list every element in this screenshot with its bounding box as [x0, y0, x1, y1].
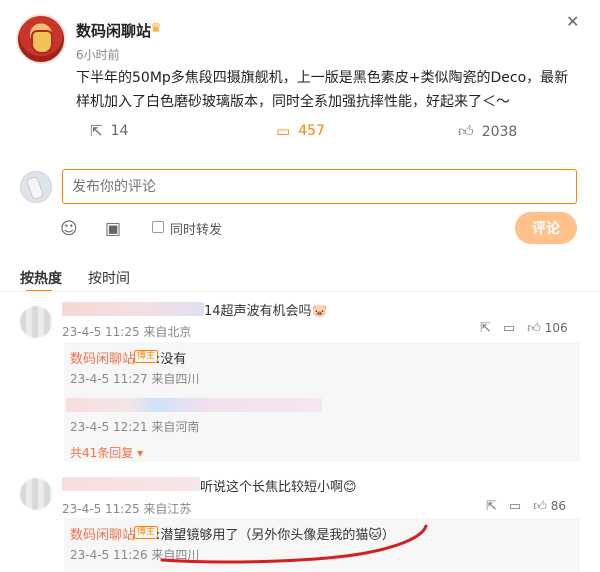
comment-actions: ⇱ ▭ 👍︎ 86 — [486, 499, 566, 514]
close-icon[interactable]: ✕ — [566, 12, 579, 31]
commenter-name[interactable] — [62, 302, 204, 316]
repost-label: 同时转发 — [170, 223, 223, 238]
comment-like-button[interactable]: 👍︎ 106 — [527, 321, 568, 336]
comment-button[interactable]: ▭ 457 — [276, 122, 325, 140]
more-replies-link[interactable]: 共41条回复 ▾ — [70, 444, 143, 461]
author-badge: 博主 — [134, 526, 159, 539]
repost-checkbox[interactable] — [152, 221, 164, 233]
comment-actions: ⇱ ▭ 👍︎ 106 — [480, 321, 568, 336]
reply-meta: 23-4-5 12:21 来自河南 — [70, 420, 200, 434]
poster-name[interactable]: 数码闲聊站 — [76, 20, 151, 41]
comment-like-count: 86 — [550, 499, 567, 513]
like-count: 2038 — [481, 123, 518, 140]
crown-icon: ♛ — [150, 21, 162, 36]
comment-icon[interactable]: ▭ — [503, 321, 515, 336]
divider — [0, 291, 600, 292]
commenter-avatar[interactable] — [20, 306, 52, 338]
comment-text: 14超声波有机会吗🐷 — [204, 304, 328, 319]
commenter-name[interactable] — [62, 477, 200, 491]
repost-icon: ⇱ — [90, 122, 103, 140]
repost-icon[interactable]: ⇱ — [486, 499, 497, 514]
repost-icon[interactable]: ⇱ — [480, 321, 491, 336]
repost-count: 14 — [110, 123, 129, 139]
current-user-avatar — [20, 171, 52, 203]
reply-author[interactable]: 数码闲聊站 — [70, 524, 135, 543]
reply-meta: 23-4-5 11:27 来自四川 — [70, 372, 200, 386]
comment-text: 听说这个长焦比较短小啊😊 — [200, 480, 357, 495]
thumbs-up-icon: 👍︎ — [533, 499, 547, 514]
comment-icon[interactable]: ▭ — [509, 499, 521, 514]
commenter-avatar[interactable] — [20, 478, 52, 510]
author-badge: 博主 — [134, 350, 159, 363]
tab-by-time[interactable]: 按时间 — [88, 268, 130, 288]
post-time: 6小时前 — [76, 48, 120, 62]
comment-like-button[interactable]: 👍︎ 86 — [533, 499, 566, 514]
reply-author[interactable]: 数码闲聊站 — [70, 348, 135, 367]
comment-meta: 23-4-5 11:25 来自北京 — [62, 325, 192, 339]
comment-count: 457 — [298, 123, 325, 139]
poster-avatar[interactable] — [16, 14, 66, 64]
post-body: 下半年的50Mp多焦段四摄旗舰机，上一版是黑色素皮+类似陶瓷的Deco，最新样机… — [76, 70, 569, 110]
thumbs-up-icon: 👍︎ — [458, 122, 474, 140]
thumbs-up-icon: 👍︎ — [527, 321, 541, 336]
repost-button[interactable]: ⇱ 14 — [90, 122, 128, 140]
like-button[interactable]: 👍︎ 2038 — [458, 122, 517, 141]
comment-like-count: 106 — [544, 321, 568, 335]
comment-meta: 23-4-5 11:25 来自江苏 — [62, 502, 192, 516]
image-icon[interactable]: ▣ — [105, 219, 121, 239]
red-underline-annotation — [160, 524, 428, 564]
submit-comment-button[interactable]: 评论 — [515, 212, 577, 244]
comment-icon: ▭ — [276, 122, 291, 140]
reply-blurred-text — [66, 398, 322, 412]
comment-input[interactable] — [62, 169, 577, 204]
emoji-icon[interactable]: ☺ — [60, 219, 78, 239]
tab-by-hot[interactable]: 按热度 — [20, 268, 62, 292]
reply-text: :没有 — [156, 352, 187, 367]
